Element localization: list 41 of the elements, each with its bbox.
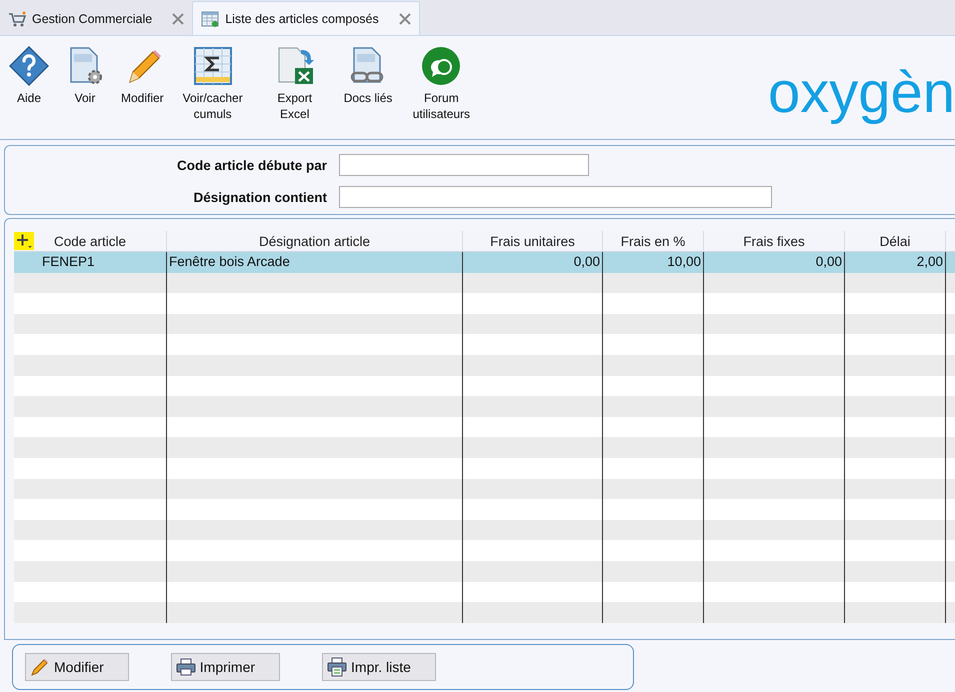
logo: oxygèn	[768, 64, 955, 122]
column-title: Code article	[54, 234, 126, 248]
printer-icon	[176, 657, 196, 677]
column-header[interactable]: Désignation article	[167, 231, 463, 251]
table-icon	[201, 10, 220, 26]
close-icon[interactable]	[172, 13, 184, 25]
toolbar-button[interactable]: Export Excel	[258, 46, 331, 122]
printer-list-icon	[327, 657, 348, 677]
column-header[interactable]: Frais unitaires	[463, 231, 603, 251]
table-row[interactable]: FENEP1 Fenêtre bois Arcade 0,00 10,00 0,00 2,00	[14, 252, 955, 273]
toolbar-button[interactable]: Modifier	[118, 46, 167, 106]
input-field[interactable]	[339, 154, 589, 176]
close-icon[interactable]	[398, 12, 411, 24]
field-label: Désignation contient	[192, 190, 328, 204]
toolbar-button[interactable]: Docs liés	[340, 46, 396, 106]
column-title: Délai	[880, 234, 910, 248]
field-label: Code article débute par	[176, 158, 328, 172]
column-header[interactable]: Frais en %	[603, 231, 704, 251]
column-title: Frais unitaires	[490, 234, 575, 248]
toolbar-button[interactable]: Aide	[6, 46, 52, 106]
pencil-icon	[30, 657, 50, 677]
action-button[interactable]: Modifier	[25, 653, 129, 681]
chat-bubble-icon	[421, 46, 462, 86]
column-title: Frais en %	[620, 234, 686, 248]
tab[interactable]: Gestion Commerciale	[0, 3, 192, 35]
action-button[interactable]: Impr. liste	[322, 653, 436, 681]
column-header[interactable]: Code article	[14, 231, 167, 251]
help-icon	[9, 46, 49, 86]
column-header[interactable]: Frais fixes	[704, 231, 845, 251]
action-button[interactable]: Imprimer	[170, 653, 280, 681]
column-title: Frais fixes	[743, 234, 805, 248]
input-field[interactable]	[339, 186, 772, 208]
toolbar-button[interactable]: Voir	[62, 46, 108, 106]
column-title: Désignation article	[258, 234, 370, 248]
toolbar-button[interactable]: Voir/cacher cumuls	[176, 46, 249, 122]
sum-table-icon	[192, 46, 233, 86]
cart-icon	[8, 11, 26, 27]
add-column-icon[interactable]	[14, 232, 34, 250]
tab[interactable]: Liste des articles composés	[192, 1, 420, 35]
toolbar-button[interactable]: Forum utilisateurs	[405, 46, 478, 122]
column-header[interactable]: Délai	[845, 231, 946, 251]
